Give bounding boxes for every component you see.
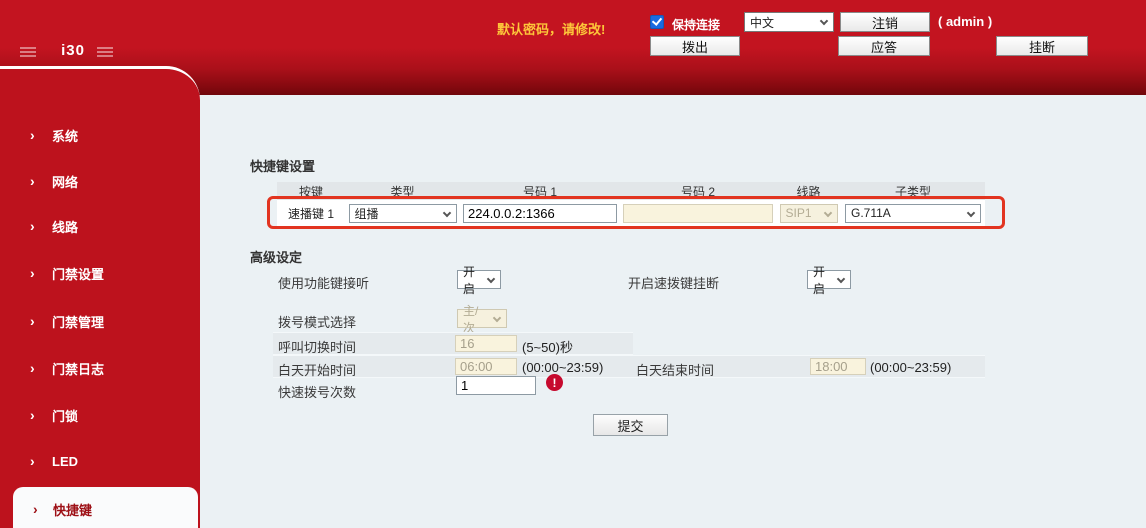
warning-icon: ! — [546, 374, 563, 391]
sidebar-item-network[interactable]: › 网络 — [0, 171, 200, 191]
sidebar-item-shortcut-keys-active[interactable]: › 快捷键 — [13, 487, 198, 528]
col-header-line: 线路 — [776, 183, 841, 200]
call-switch-label: 呼叫切换时间 — [278, 337, 356, 356]
dial-mode-select[interactable]: 主/次 — [457, 309, 507, 328]
chevron-down-icon — [967, 208, 975, 216]
line-selected-value: SIP1 — [786, 206, 812, 220]
logout-button[interactable]: 注销 — [840, 12, 930, 32]
day-start-label: 白天开始时间 — [278, 360, 356, 379]
sidebar-item-label: 门禁设置 — [52, 264, 104, 283]
sidebar-item-access-management[interactable]: › 门禁管理 — [0, 311, 200, 331]
sidebar-item-access-log[interactable]: › 门禁日志 — [0, 358, 200, 378]
sidebar-item-label: 门禁管理 — [52, 312, 104, 331]
speed-dial-count-label: 快速拨号次数 — [278, 382, 356, 401]
speeddial-hangup-label: 开启速拨键挂断 — [628, 273, 719, 292]
answer-by-funckey-select[interactable]: 开启 — [457, 270, 501, 289]
speeddial-hangup-value: 开启 — [813, 263, 834, 297]
logged-in-user: ( admin ) — [938, 14, 992, 29]
chevron-down-icon — [493, 314, 501, 322]
sidebar-item-door-lock[interactable]: › 门锁 — [0, 405, 200, 425]
call-switch-range: (5~50)秒 — [522, 337, 573, 356]
chevron-right-icon: › — [30, 453, 52, 469]
chevron-right-icon: › — [30, 265, 52, 281]
chevron-right-icon: › — [30, 360, 52, 376]
chevron-right-icon: › — [33, 501, 53, 517]
day-start-range: (00:00~23:59) — [522, 360, 603, 375]
dial-mode-value: 主/次 — [463, 302, 490, 336]
day-end-input[interactable] — [810, 358, 866, 375]
shortcut-table-row: 速播键 1 组播 SIP1 G.711A — [277, 200, 985, 226]
sidebar-item-label: LED — [52, 454, 78, 469]
language-selected-value: 中文 — [750, 14, 774, 31]
hangup-button[interactable]: 挂断 — [996, 36, 1088, 56]
keep-alive-label: 保持连接 — [672, 16, 720, 33]
speed-dial-count-input[interactable] — [456, 376, 536, 395]
sidebar-nav: › 系统 › 网络 › 线路 › 门禁设置 › 门禁管理 › 门禁日志 › 门锁… — [0, 66, 200, 528]
keep-alive-checkbox[interactable] — [650, 15, 664, 29]
chevron-right-icon: › — [30, 407, 52, 423]
sidebar-item-label: 网络 — [52, 172, 78, 191]
sidebar-item-line[interactable]: › 线路 — [0, 216, 200, 236]
dial-mode-label: 拨号模式选择 — [278, 312, 356, 331]
key-type-select[interactable]: 组播 — [349, 204, 457, 223]
subtype-selected-value: G.711A — [851, 206, 891, 220]
sidebar-item-access-settings[interactable]: › 门禁设置 — [0, 263, 200, 283]
chevron-down-icon — [487, 275, 495, 283]
device-logo: i30 — [50, 42, 96, 59]
sidebar-item-label: 门禁日志 — [52, 359, 104, 378]
warning-mark: ! — [553, 376, 557, 390]
day-start-input[interactable] — [455, 358, 517, 375]
default-password-warning: 默认密码，请修改! — [497, 19, 605, 38]
answer-by-funckey-label: 使用功能键接听 — [278, 273, 369, 292]
shortcut-settings-title: 快捷键设置 — [250, 156, 315, 175]
sidebar-item-label: 系统 — [52, 126, 78, 145]
speed-dial-key-label: 速播键 1 — [277, 205, 345, 222]
sidebar-item-label: 快捷键 — [53, 500, 92, 519]
line-select[interactable]: SIP1 — [780, 204, 838, 223]
checkmark-icon — [652, 15, 662, 26]
submit-button[interactable]: 提交 — [593, 414, 668, 436]
sidebar-item-label: 门锁 — [52, 406, 78, 425]
col-header-key: 按键 — [277, 183, 345, 200]
col-header-number1: 号码 1 — [460, 183, 620, 200]
subtype-select[interactable]: G.711A — [845, 204, 981, 223]
answer-by-funckey-value: 开启 — [463, 263, 484, 297]
hamburger-icon-right — [97, 51, 113, 53]
chevron-right-icon: › — [30, 218, 52, 234]
dial-out-button[interactable]: 拨出 — [650, 36, 740, 56]
sidebar-item-system[interactable]: › 系统 — [0, 125, 200, 145]
number1-input[interactable] — [463, 204, 617, 223]
key-type-selected-value: 组播 — [355, 205, 379, 222]
advanced-settings-title: 高级设定 — [250, 247, 302, 266]
chevron-right-icon: › — [30, 173, 52, 189]
day-end-label: 白天结束时间 — [636, 360, 714, 379]
app-window: i30 默认密码，请修改! 保持连接 中文 注销 ( admin ) 拨出 应答… — [0, 0, 1146, 528]
hamburger-icon-left — [20, 51, 36, 53]
sidebar-item-led[interactable]: › LED — [0, 451, 200, 471]
col-header-type: 类型 — [345, 183, 460, 200]
chevron-down-icon — [837, 275, 845, 283]
number2-input[interactable] — [623, 204, 773, 223]
col-header-number2: 号码 2 — [620, 183, 776, 200]
chevron-right-icon: › — [30, 313, 52, 329]
chevron-right-icon: › — [30, 127, 52, 143]
speeddial-hangup-select[interactable]: 开启 — [807, 270, 851, 289]
shortcut-table-header: 按键 类型 号码 1 号码 2 线路 子类型 — [277, 182, 985, 200]
chevron-down-icon — [823, 208, 831, 216]
sidebar-item-label: 线路 — [52, 217, 78, 236]
call-switch-input[interactable] — [455, 335, 517, 352]
language-select[interactable]: 中文 — [744, 12, 834, 32]
col-header-subtype: 子类型 — [841, 183, 985, 200]
chevron-down-icon — [442, 208, 450, 216]
chevron-down-icon — [820, 17, 828, 25]
answer-button[interactable]: 应答 — [838, 36, 930, 56]
day-end-range: (00:00~23:59) — [870, 360, 951, 375]
